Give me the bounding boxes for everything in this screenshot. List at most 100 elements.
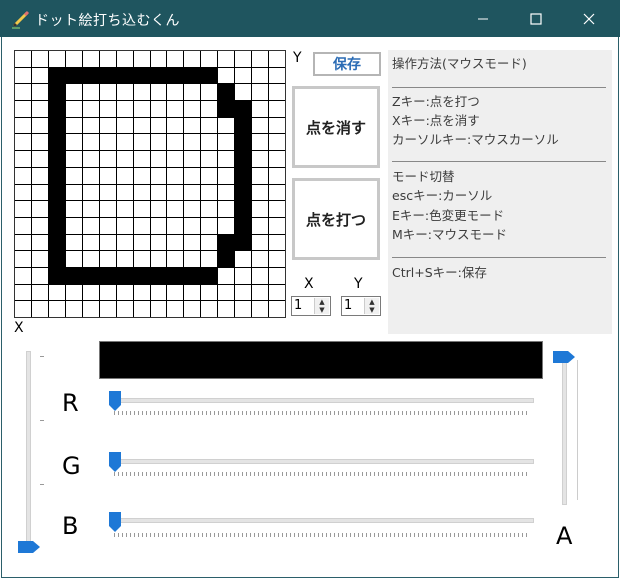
pixel-cell[interactable] (252, 234, 269, 251)
pixel-cell[interactable] (31, 201, 48, 217)
pixel-cell[interactable] (269, 284, 285, 301)
pixel-cell[interactable] (48, 284, 65, 301)
pixel-cell[interactable] (48, 184, 65, 201)
erase-dot-button[interactable]: 点を消す (292, 86, 380, 168)
pixel-cell[interactable] (99, 84, 116, 101)
pixel-cell[interactable] (99, 267, 116, 284)
pixel-cell[interactable] (218, 167, 235, 184)
pixel-cell[interactable] (252, 284, 269, 301)
pixel-cell[interactable] (48, 251, 65, 267)
pixel-cell[interactable] (150, 117, 167, 134)
pixel-cell[interactable] (252, 134, 269, 151)
pixel-cell[interactable] (31, 67, 48, 84)
left-slider-thumb[interactable] (18, 541, 40, 553)
pixel-cell[interactable] (31, 84, 48, 101)
pixel-cell[interactable] (133, 51, 150, 67)
pixel-cell[interactable] (150, 134, 167, 151)
pixel-cell[interactable] (48, 51, 65, 67)
pixel-cell[interactable] (235, 151, 252, 167)
pixel-cell[interactable] (99, 201, 116, 217)
pixel-cell[interactable] (48, 117, 65, 134)
pixel-cell[interactable] (82, 201, 99, 217)
pixel-cell[interactable] (65, 134, 82, 151)
pixel-cell[interactable] (133, 234, 150, 251)
a-slider-thumb[interactable] (553, 351, 575, 363)
pixel-cell[interactable] (82, 117, 99, 134)
pixel-cell[interactable] (252, 51, 269, 67)
pixel-cell[interactable] (252, 101, 269, 117)
pixel-cell[interactable] (150, 51, 167, 67)
pixel-cell[interactable] (269, 217, 285, 234)
pixel-cell[interactable] (252, 167, 269, 184)
pixel-cell[interactable] (133, 184, 150, 201)
pixel-cell[interactable] (65, 301, 82, 317)
pixel-canvas[interactable] (14, 50, 286, 318)
pixel-cell[interactable] (269, 67, 285, 84)
pixel-cell[interactable] (65, 151, 82, 167)
pixel-cell[interactable] (116, 251, 133, 267)
pixel-cell[interactable] (116, 67, 133, 84)
pixel-cell[interactable] (167, 267, 184, 284)
pixel-cell[interactable] (167, 234, 184, 251)
pixel-cell[interactable] (65, 267, 82, 284)
pixel-cell[interactable] (201, 184, 218, 201)
pixel-cell[interactable] (31, 184, 48, 201)
pixel-cell[interactable] (82, 101, 99, 117)
pixel-cell[interactable] (48, 167, 65, 184)
pixel-cell[interactable] (252, 267, 269, 284)
pixel-cell[interactable] (201, 234, 218, 251)
pixel-cell[interactable] (99, 167, 116, 184)
pixel-cell[interactable] (116, 84, 133, 101)
pixel-cell[interactable] (150, 67, 167, 84)
pixel-cell[interactable] (116, 117, 133, 134)
pixel-cell[interactable] (116, 284, 133, 301)
pixel-cell[interactable] (15, 234, 31, 251)
pixel-cell[interactable] (269, 251, 285, 267)
pixel-cell[interactable] (218, 67, 235, 84)
pixel-cell[interactable] (252, 67, 269, 84)
pixel-cell[interactable] (116, 217, 133, 234)
pixel-cell[interactable] (235, 234, 252, 251)
pixel-cell[interactable] (99, 234, 116, 251)
pixel-cell[interactable] (218, 251, 235, 267)
pixel-cell[interactable] (184, 84, 201, 101)
pixel-cell[interactable] (116, 201, 133, 217)
pixel-cell[interactable] (65, 84, 82, 101)
pixel-cell[interactable] (82, 217, 99, 234)
pixel-cell[interactable] (201, 217, 218, 234)
pixel-cell[interactable] (218, 217, 235, 234)
pixel-cell[interactable] (184, 134, 201, 151)
pixel-cell[interactable] (31, 51, 48, 67)
pixel-cell[interactable] (218, 234, 235, 251)
pixel-cell[interactable] (184, 67, 201, 84)
pixel-cell[interactable] (31, 234, 48, 251)
pixel-cell[interactable] (48, 151, 65, 167)
pixel-cell[interactable] (65, 184, 82, 201)
pixel-cell[interactable] (184, 51, 201, 67)
pixel-cell[interactable] (269, 151, 285, 167)
pixel-cell[interactable] (150, 234, 167, 251)
b-slider-track[interactable] (114, 518, 534, 523)
pixel-cell[interactable] (218, 101, 235, 117)
pixel-cell[interactable] (252, 117, 269, 134)
pixel-cell[interactable] (31, 301, 48, 317)
pixel-cell[interactable] (99, 51, 116, 67)
pixel-cell[interactable] (99, 184, 116, 201)
pixel-cell[interactable] (269, 167, 285, 184)
pixel-cell[interactable] (252, 301, 269, 317)
pixel-cell[interactable] (269, 117, 285, 134)
pixel-cell[interactable] (82, 251, 99, 267)
pixel-cell[interactable] (133, 284, 150, 301)
pixel-cell[interactable] (99, 134, 116, 151)
pixel-cell[interactable] (65, 117, 82, 134)
pixel-cell[interactable] (201, 251, 218, 267)
pixel-cell[interactable] (15, 84, 31, 101)
stepper-down-icon[interactable]: ▼ (315, 306, 329, 314)
pixel-cell[interactable] (201, 301, 218, 317)
pixel-cell[interactable] (48, 101, 65, 117)
pixel-cell[interactable] (31, 117, 48, 134)
pixel-cell[interactable] (235, 67, 252, 84)
pixel-cell[interactable] (116, 267, 133, 284)
pixel-cell[interactable] (15, 184, 31, 201)
pixel-cell[interactable] (150, 101, 167, 117)
